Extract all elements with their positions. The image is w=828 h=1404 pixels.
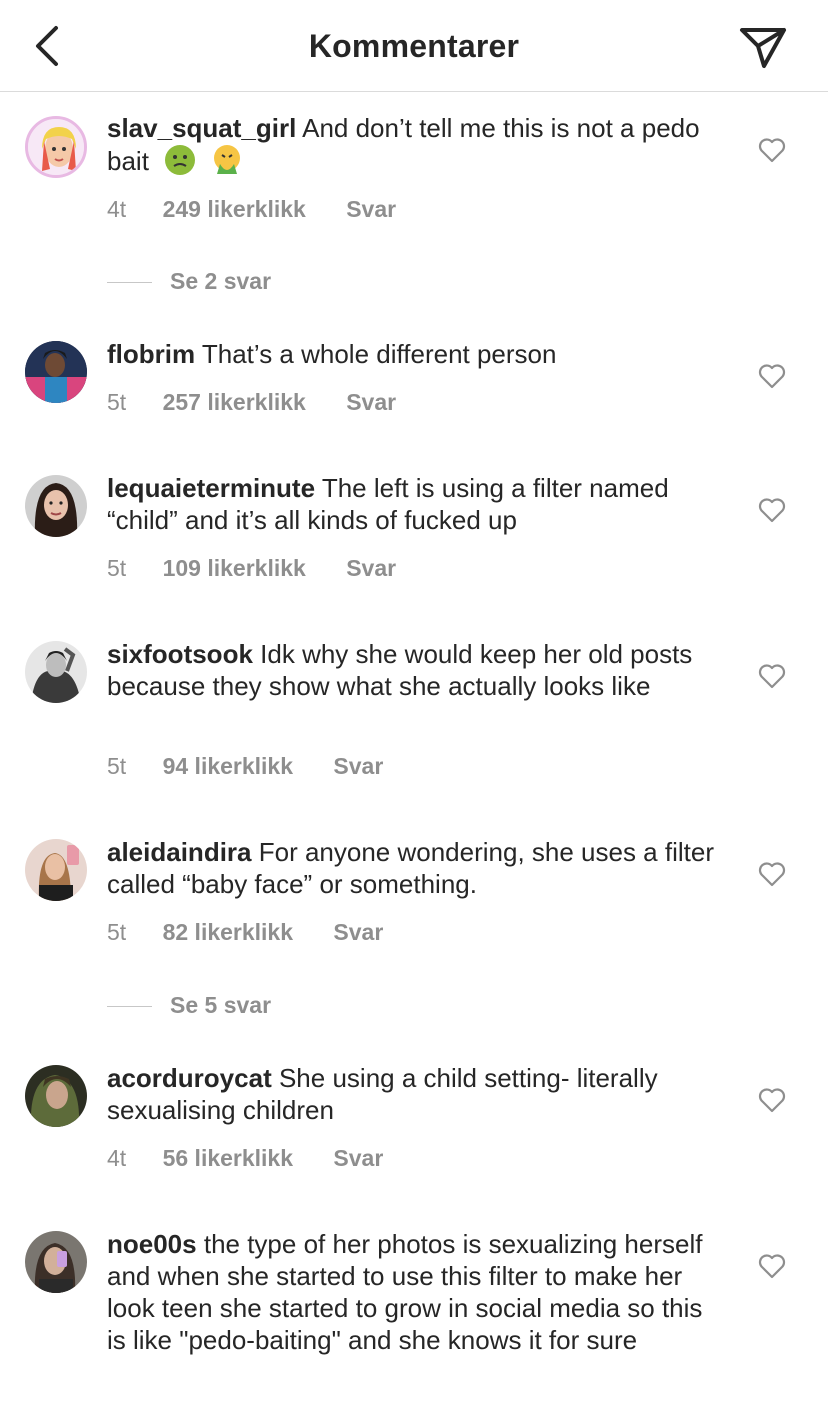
header-bar: Kommentarer xyxy=(0,0,828,92)
reply-button[interactable]: Svar xyxy=(333,919,383,946)
like-button[interactable] xyxy=(758,137,786,163)
comment-text: lequaieterminute The left is using a fil… xyxy=(107,472,727,536)
view-replies-button[interactable]: Se 5 svar xyxy=(107,992,271,1019)
view-replies-button[interactable]: Se 2 svar xyxy=(107,268,271,295)
comment-username[interactable]: noe00s xyxy=(107,1229,197,1259)
avatar[interactable] xyxy=(25,839,87,901)
avatar-photo xyxy=(25,341,87,403)
comment-username[interactable]: aleidaindira xyxy=(107,837,252,867)
comment-time: 5t xyxy=(107,919,127,945)
comment-time: 4t xyxy=(107,196,127,222)
reply-button[interactable]: Svar xyxy=(346,555,396,582)
page-title: Kommentarer xyxy=(308,28,520,64)
avatar-photo xyxy=(25,1065,87,1127)
comment-time: 5t xyxy=(107,555,127,581)
comment-meta: 4t 56 likerklikk Svar xyxy=(107,1145,383,1172)
heart-icon xyxy=(758,138,786,163)
heart-icon xyxy=(758,862,786,887)
comment-time: 5t xyxy=(107,389,127,415)
comment-body: That’s a whole different person xyxy=(201,339,557,369)
comment-username[interactable]: flobrim xyxy=(107,339,195,369)
avatar-photo xyxy=(25,475,87,537)
like-button[interactable] xyxy=(758,363,786,389)
comment-text: noe00s the type of her photos is sexuali… xyxy=(107,1228,727,1356)
comment-username[interactable]: acorduroycat xyxy=(107,1063,272,1093)
reply-button[interactable]: Svar xyxy=(333,753,383,780)
comment-body: the type of her photos is sexualizing he… xyxy=(107,1229,703,1355)
avatar[interactable] xyxy=(25,641,87,703)
reply-button[interactable]: Svar xyxy=(333,1145,383,1172)
comment-text: aleidaindira For anyone wondering, she u… xyxy=(107,836,727,900)
comment-time: 4t xyxy=(107,1145,127,1171)
avatar[interactable] xyxy=(25,475,87,537)
comment-meta: 5t 94 likerklikk Svar xyxy=(107,753,383,780)
comment-likes[interactable]: 109 likerklikk xyxy=(163,555,306,582)
comment-meta: 4t 249 likerklikk Svar xyxy=(107,196,396,223)
divider-line xyxy=(107,282,152,284)
vomiting-face-emoji xyxy=(211,144,243,176)
share-button[interactable] xyxy=(738,24,788,70)
like-button[interactable] xyxy=(758,663,786,689)
reply-button[interactable]: Svar xyxy=(346,196,396,223)
comment-text: acorduroycat She using a child setting- … xyxy=(107,1062,727,1126)
comment-username[interactable]: lequaieterminute xyxy=(107,473,315,503)
heart-icon xyxy=(758,364,786,389)
comment-meta: 5t 82 likerklikk Svar xyxy=(107,919,383,946)
nauseated-face-emoji xyxy=(164,144,196,176)
like-button[interactable] xyxy=(758,1253,786,1279)
comment-meta: 5t 257 likerklikk Svar xyxy=(107,389,396,416)
like-button[interactable] xyxy=(758,497,786,523)
comment-text: sixfootsook Idk why she would keep her o… xyxy=(107,638,727,702)
comment-likes[interactable]: 257 likerklikk xyxy=(163,389,306,416)
avatar-illustration xyxy=(28,119,84,175)
avatar-photo xyxy=(25,839,87,901)
avatar[interactable] xyxy=(25,341,87,403)
comment-meta: 5t 109 likerklikk Svar xyxy=(107,555,396,582)
comment-time: 5t xyxy=(107,753,127,779)
heart-icon xyxy=(758,1254,786,1279)
comment-username[interactable]: sixfootsook xyxy=(107,639,253,669)
view-replies-label: Se 2 svar xyxy=(170,268,272,294)
heart-icon xyxy=(758,1088,786,1113)
paper-plane-icon xyxy=(740,28,786,68)
divider-line xyxy=(107,1006,152,1008)
reply-button[interactable]: Svar xyxy=(346,389,396,416)
avatar-photo xyxy=(25,641,87,703)
comment-username[interactable]: slav_squat_girl xyxy=(107,113,296,143)
view-replies-label: Se 5 svar xyxy=(170,992,272,1018)
avatar[interactable] xyxy=(25,1231,87,1293)
heart-icon xyxy=(758,664,786,689)
avatar[interactable] xyxy=(25,1065,87,1127)
comment-likes[interactable]: 82 likerklikk xyxy=(163,919,293,946)
like-button[interactable] xyxy=(758,861,786,887)
avatar[interactable] xyxy=(25,116,87,178)
like-button[interactable] xyxy=(758,1087,786,1113)
comment-text: flobrim That’s a whole different person xyxy=(107,338,727,370)
comment-text: slav_squat_girl And don’t tell me this i… xyxy=(107,112,727,177)
comment-likes[interactable]: 56 likerklikk xyxy=(163,1145,293,1172)
comment-likes[interactable]: 94 likerklikk xyxy=(163,753,293,780)
avatar-photo xyxy=(25,1231,87,1293)
comment-likes[interactable]: 249 likerklikk xyxy=(163,196,306,223)
heart-icon xyxy=(758,498,786,523)
